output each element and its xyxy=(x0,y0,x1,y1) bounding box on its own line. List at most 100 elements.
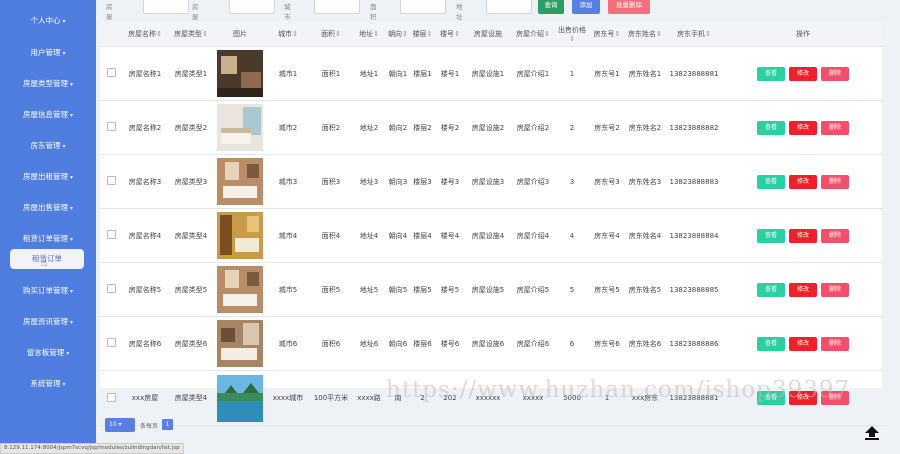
table-cell: 城市4 xyxy=(266,208,310,263)
table-cell: 地址3 xyxy=(352,154,386,209)
delete-button[interactable]: 删除 xyxy=(821,120,849,135)
filter-input-city[interactable] xyxy=(314,0,360,14)
table-cell: 地址1 xyxy=(352,46,386,101)
view-button[interactable]: 查看 xyxy=(757,282,785,297)
filter-input-type[interactable] xyxy=(229,0,275,14)
column-header-label: 房东手机 xyxy=(677,30,706,38)
table-cell: 房屋名称5 xyxy=(122,262,168,317)
column-header[interactable]: 城市⇕ xyxy=(266,22,310,47)
sidebar-item-9[interactable]: 房屋资讯管理 ▾ xyxy=(0,312,96,332)
batch-delete-button[interactable]: 批量删除 xyxy=(608,0,650,14)
row-checkbox[interactable] xyxy=(106,230,116,239)
table-cell: 城市1 xyxy=(266,46,310,101)
delete-button[interactable]: 删除 xyxy=(821,174,849,189)
row-checkbox[interactable] xyxy=(106,392,116,402)
edit-button[interactable]: 修改 xyxy=(789,66,817,81)
column-header[interactable]: 房屋类型⇕ xyxy=(168,22,214,47)
table-cell: 房东号2 xyxy=(589,100,625,155)
column-header[interactable]: 房屋名称⇕ xyxy=(122,22,168,47)
table-cell: xxxx路 xyxy=(352,370,386,426)
column-header[interactable]: 出售价格⇕ xyxy=(555,22,589,47)
page-size-value: 10 xyxy=(109,421,117,428)
table-cell: 3 xyxy=(555,154,589,209)
view-button[interactable]: 查看 xyxy=(757,66,785,81)
table-cell: 地址2 xyxy=(352,100,386,155)
column-header[interactable]: 楼号⇕ xyxy=(435,22,465,47)
back-to-top-icon[interactable] xyxy=(862,423,882,443)
column-header[interactable]: 房东号⇕ xyxy=(589,22,625,47)
edit-button[interactable]: 修改 xyxy=(789,336,817,351)
table-cell: 朝向6 xyxy=(386,316,410,371)
row-checkbox[interactable] xyxy=(106,68,116,77)
sidebar-item-10[interactable]: 留言板管理 ▾ xyxy=(0,343,96,363)
row-checkbox[interactable] xyxy=(106,284,116,293)
column-header[interactable]: 面积⇕ xyxy=(310,22,352,47)
status-bar-url: 8.129.11.174:8004/jspm7scvq/jsp/modules/… xyxy=(0,443,184,454)
sidebar: 个人中心 ▾ 用户管理 ▾ 房屋类型管理 ▾ 房屋信息管理 ▾ 房东管理 ▾ 房屋出租管理 ▾ 房屋出售… xyxy=(0,0,96,452)
sidebar-item-11[interactable]: 系统管理 ▾ xyxy=(0,374,96,394)
table-cell: 房东姓名6 xyxy=(625,316,665,371)
column-header[interactable]: 朝向⇕ xyxy=(386,22,410,47)
view-button[interactable]: 查看 xyxy=(757,336,785,351)
table-cell: 1 xyxy=(555,46,589,101)
sidebar-item-8[interactable]: 购买订单管理 ▾ xyxy=(0,281,96,301)
edit-button[interactable]: 修改 xyxy=(789,120,817,135)
house-photo-image xyxy=(217,212,263,259)
sidebar-item-label: 房东管理 xyxy=(30,141,61,150)
edit-button[interactable]: 修改 xyxy=(789,174,817,189)
sidebar-item-7[interactable]: 租赁订单管理 ▾ xyxy=(0,229,96,249)
delete-button[interactable]: 删除 xyxy=(821,282,849,297)
table-cell: 楼号6 xyxy=(435,316,465,371)
table-cell: 13823888882 xyxy=(665,100,723,155)
table-cell: 13823888883 xyxy=(665,154,723,209)
row-checkbox[interactable] xyxy=(106,176,116,185)
sidebar-item-2[interactable]: 房屋类型管理 ▾ xyxy=(0,74,96,94)
query-button[interactable]: 查询 xyxy=(538,0,564,14)
page-size-select[interactable]: 10 ▾ xyxy=(105,418,135,432)
table-cell-image xyxy=(214,262,266,317)
column-header: 房屋设施 xyxy=(465,22,511,47)
sidebar-item-4[interactable]: 房东管理 ▾ xyxy=(0,136,96,156)
edit-button[interactable]: 修改 xyxy=(789,228,817,243)
column-header-label: 城市 xyxy=(278,30,293,38)
sidebar-item-label: 房屋出售管理 xyxy=(22,203,68,212)
sidebar-item-3[interactable]: 房屋信息管理 ▾ xyxy=(0,105,96,125)
view-button[interactable]: 查看 xyxy=(757,120,785,135)
column-header[interactable]: 地址⇕ xyxy=(352,22,386,47)
filter-label-city: 城市 xyxy=(284,3,291,21)
sidebar-item-1[interactable]: 用户管理 ▾ xyxy=(0,43,96,63)
row-checkbox[interactable] xyxy=(106,122,116,131)
sidebar-item-6[interactable]: 房屋出售管理 ▾ xyxy=(0,198,96,218)
table-cell: 13823888886 xyxy=(665,316,723,371)
view-button[interactable]: 查看 xyxy=(757,228,785,243)
sidebar-item-label: 用户管理 xyxy=(30,48,61,57)
table-cell: 房屋类型6 xyxy=(168,316,214,371)
edit-button[interactable]: 修改 xyxy=(789,282,817,297)
delete-button[interactable]: 删除 xyxy=(821,336,849,351)
filter-input-area[interactable] xyxy=(400,0,446,14)
chevron-down-icon: ▾ xyxy=(69,112,73,119)
add-button[interactable]: 添加 xyxy=(572,0,600,14)
data-table-container: 房屋名称⇕ 房屋类型⇕ 图片 城市⇕ 面积⇕ 地址⇕ 朝向⇕ 楼层⇕ 楼号⇕ 房屋设施 房屋介绍⇕ 出… xyxy=(100,22,883,426)
table-cell: 房东姓名5 xyxy=(625,262,665,317)
filter-input-name[interactable] xyxy=(143,0,189,14)
view-button[interactable]: 查看 xyxy=(757,174,785,189)
chevron-down-icon: ▾ xyxy=(69,319,73,326)
page-number-button[interactable]: 1 xyxy=(162,419,173,430)
column-header[interactable]: 楼层⇕ xyxy=(410,22,435,47)
sidebar-item-5[interactable]: 房屋出租管理 ▾ xyxy=(0,167,96,187)
table-cell: 楼层6 xyxy=(410,316,435,371)
delete-button[interactable]: 删除 xyxy=(821,228,849,243)
sort-icon: ⇕ xyxy=(202,30,208,38)
table-cell: 房屋设施3 xyxy=(465,154,511,209)
column-header[interactable]: 房屋介绍⇕ xyxy=(511,22,555,47)
column-header[interactable]: 房东姓名⇕ xyxy=(625,22,665,47)
sidebar-item-0[interactable]: 个人中心 ▾ xyxy=(0,11,96,31)
table-cell: 房屋设施2 xyxy=(465,100,511,155)
filter-input-address[interactable] xyxy=(486,0,532,14)
delete-button[interactable]: 删除 xyxy=(821,66,849,81)
row-checkbox[interactable] xyxy=(106,338,116,347)
table-cell-image xyxy=(214,100,266,155)
column-header[interactable]: 房东手机⇕ xyxy=(665,22,723,47)
table-cell-image xyxy=(214,154,266,209)
